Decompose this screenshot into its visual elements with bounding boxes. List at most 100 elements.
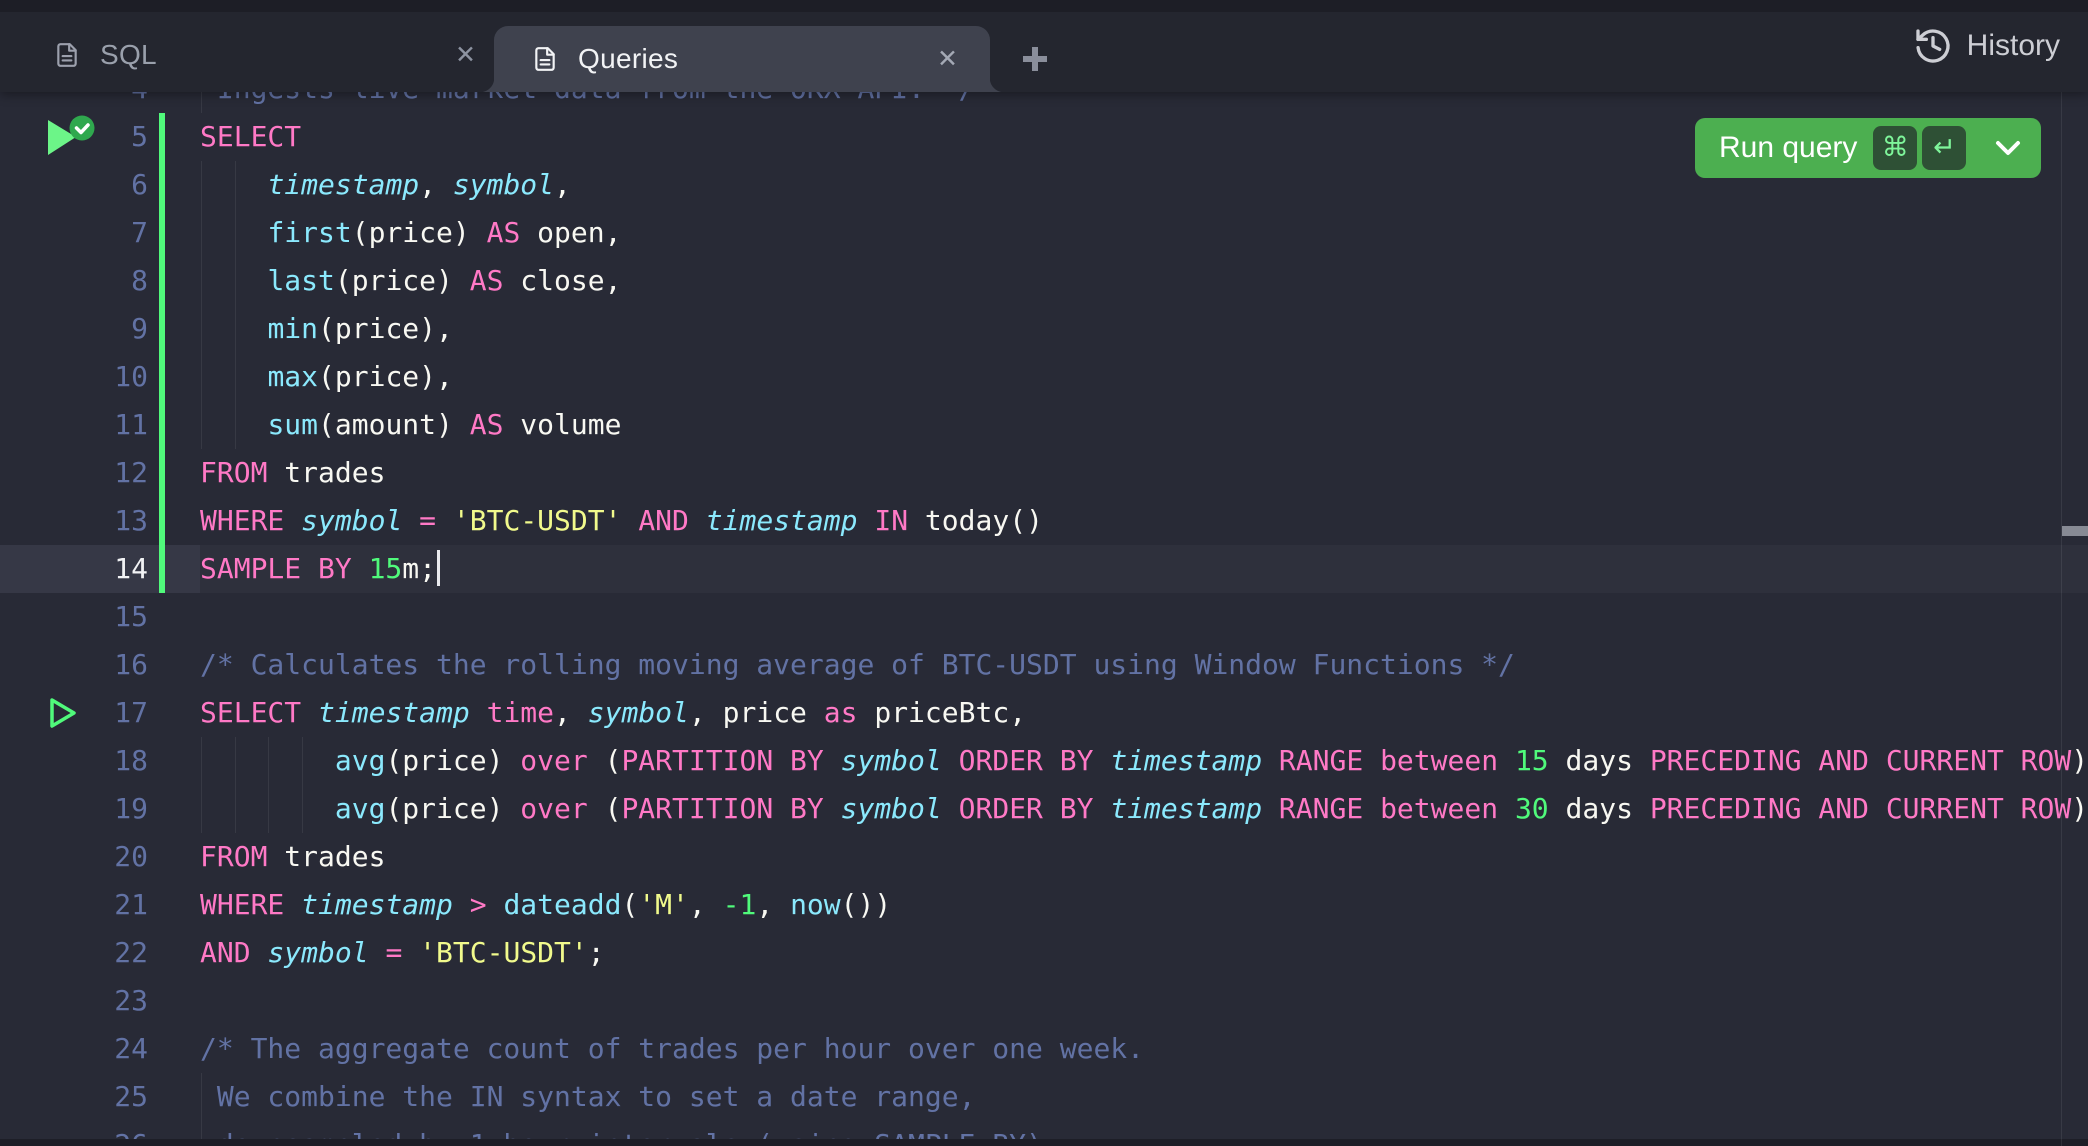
code-line-10[interactable]: 10 max(price), bbox=[0, 353, 2088, 401]
line-number: 8 bbox=[0, 257, 148, 305]
indent-guide bbox=[201, 161, 202, 209]
active-query-bar bbox=[159, 113, 165, 161]
file-text-icon bbox=[532, 43, 558, 75]
code-line-25[interactable]: 25 We combine the IN syntax to set a dat… bbox=[0, 1073, 2088, 1121]
indent-guide bbox=[201, 257, 202, 305]
indent-guide bbox=[201, 305, 202, 353]
code-line-21[interactable]: 21 WHERE timestamp > dateadd('M', -1, now… bbox=[0, 881, 2088, 929]
bottom-panel-edge bbox=[0, 1139, 2088, 1146]
run-query-button[interactable]: Run query ⌘ ↵ bbox=[1695, 118, 2041, 178]
code-text: SAMPLE BY 15m; bbox=[200, 545, 440, 593]
line-number: 23 bbox=[0, 977, 148, 1025]
code-text: first(price) AS open, bbox=[200, 209, 621, 257]
code-text: FROM trades bbox=[200, 449, 385, 497]
indent-guide bbox=[201, 737, 202, 785]
indent-guide bbox=[235, 305, 236, 353]
active-query-bar bbox=[159, 449, 165, 497]
plus-icon bbox=[1020, 44, 1050, 74]
indent-guide bbox=[201, 353, 202, 401]
code-line-24[interactable]: 24 /* The aggregate count of trades per h… bbox=[0, 1025, 2088, 1073]
line-number: 6 bbox=[0, 161, 148, 209]
line-number: 11 bbox=[0, 401, 148, 449]
line-number: 14 bbox=[0, 545, 148, 593]
tab-sql-label: SQL bbox=[100, 39, 157, 71]
chevron-down-icon[interactable] bbox=[1995, 140, 2021, 156]
code-text: max(price), bbox=[200, 353, 453, 401]
line-number: 16 bbox=[0, 641, 148, 689]
code-line-18[interactable]: 18 avg(price) over (PARTITION BY symbol … bbox=[0, 737, 2088, 785]
new-tab-button[interactable] bbox=[1006, 26, 1064, 92]
tab-sql[interactable]: SQL ✕ bbox=[0, 12, 494, 92]
code-line-15[interactable]: 15 bbox=[0, 593, 2088, 641]
code-text: avg(price) over (PARTITION BY symbol ORD… bbox=[200, 785, 2088, 833]
line-number: 13 bbox=[0, 497, 148, 545]
close-tab-icon[interactable]: ✕ bbox=[451, 39, 480, 72]
code-rows: 4 Ingests live market data from the OKX … bbox=[0, 92, 2088, 1146]
window-top-strip bbox=[0, 0, 2088, 12]
indent-guide bbox=[235, 161, 236, 209]
code-text: /* The aggregate count of trades per hou… bbox=[200, 1025, 1144, 1073]
enter-key-icon: ↵ bbox=[1922, 126, 1966, 170]
line-number: 4 bbox=[0, 92, 148, 113]
indent-guide bbox=[201, 401, 202, 449]
indent-guide bbox=[235, 401, 236, 449]
close-tab-icon[interactable]: ✕ bbox=[933, 43, 962, 76]
indent-guide bbox=[235, 785, 236, 833]
code-text: FROM trades bbox=[200, 833, 385, 881]
history-button[interactable]: History bbox=[1913, 10, 2060, 82]
tab-queries[interactable]: Queries ✕ bbox=[494, 26, 990, 92]
code-line-4[interactable]: 4 Ingests live market data from the OKX … bbox=[0, 92, 2088, 113]
code-text: last(price) AS close, bbox=[200, 257, 621, 305]
indent-guide bbox=[201, 209, 202, 257]
cmd-key-icon: ⌘ bbox=[1873, 126, 1917, 170]
code-line-23[interactable]: 23 bbox=[0, 977, 2088, 1025]
active-query-bar bbox=[159, 497, 165, 545]
code-line-8[interactable]: 8 last(price) AS close, bbox=[0, 257, 2088, 305]
line-number: 15 bbox=[0, 593, 148, 641]
code-text: SELECT timestamp time, symbol, price as … bbox=[200, 689, 1026, 737]
code-line-13[interactable]: 13 WHERE symbol = 'BTC-USDT' AND timestam… bbox=[0, 497, 2088, 545]
code-text: AND symbol = 'BTC-USDT'; bbox=[200, 929, 605, 977]
line-number: 21 bbox=[0, 881, 148, 929]
indent-guide bbox=[302, 785, 303, 833]
code-text: /* Calculates the rolling moving average… bbox=[200, 641, 1515, 689]
indent-guide bbox=[268, 785, 269, 833]
active-query-bar bbox=[159, 353, 165, 401]
active-query-bar bbox=[159, 209, 165, 257]
code-line-19[interactable]: 19 avg(price) over (PARTITION BY symbol … bbox=[0, 785, 2088, 833]
code-line-22[interactable]: 22 AND symbol = 'BTC-USDT'; bbox=[0, 929, 2088, 977]
overview-ruler-separator bbox=[2061, 92, 2062, 1146]
tab-queries-label: Queries bbox=[578, 43, 678, 75]
overview-ruler-cursor-marker[interactable] bbox=[2062, 526, 2088, 536]
indent-guide bbox=[235, 737, 236, 785]
history-label: History bbox=[1967, 29, 2060, 63]
active-query-bar bbox=[159, 401, 165, 449]
code-line-7[interactable]: 7 first(price) AS open, bbox=[0, 209, 2088, 257]
line-number: 10 bbox=[0, 353, 148, 401]
code-text: WHERE symbol = 'BTC-USDT' AND timestamp … bbox=[200, 497, 1043, 545]
code-line-20[interactable]: 20FROM trades bbox=[0, 833, 2088, 881]
code-text: Ingests live market data from the OKX AP… bbox=[200, 92, 975, 113]
code-line-14[interactable]: 14 SAMPLE BY 15m; bbox=[0, 545, 2088, 593]
code-text: WHERE timestamp > dateadd('M', -1, now()… bbox=[200, 881, 891, 929]
sql-editor[interactable]: 4 Ingests live market data from the OKX … bbox=[0, 92, 2088, 1146]
active-query-bar bbox=[159, 161, 165, 209]
code-line-17[interactable]: 17 SELECT timestamp time, symbol, price a… bbox=[0, 689, 2088, 737]
file-text-icon bbox=[54, 39, 80, 71]
questdb-sql-console: { "colors": { "bg": "#282a36", "tabbar":… bbox=[0, 0, 2088, 1146]
line-number: 19 bbox=[0, 785, 148, 833]
line-number: 12 bbox=[0, 449, 148, 497]
line-number: 17 bbox=[0, 689, 148, 737]
line-number: 9 bbox=[0, 305, 148, 353]
line-number: 24 bbox=[0, 1025, 148, 1073]
line-number: 7 bbox=[0, 209, 148, 257]
active-query-bar bbox=[159, 305, 165, 353]
code-line-9[interactable]: 9 min(price), bbox=[0, 305, 2088, 353]
indent-guide bbox=[201, 92, 202, 113]
code-line-16[interactable]: 16 /* Calculates the rolling moving avera… bbox=[0, 641, 2088, 689]
line-number: 22 bbox=[0, 929, 148, 977]
line-number: 25 bbox=[0, 1073, 148, 1121]
line-number: 18 bbox=[0, 737, 148, 785]
code-line-11[interactable]: 11 sum(amount) AS volume bbox=[0, 401, 2088, 449]
code-line-12[interactable]: 12 FROM trades bbox=[0, 449, 2088, 497]
